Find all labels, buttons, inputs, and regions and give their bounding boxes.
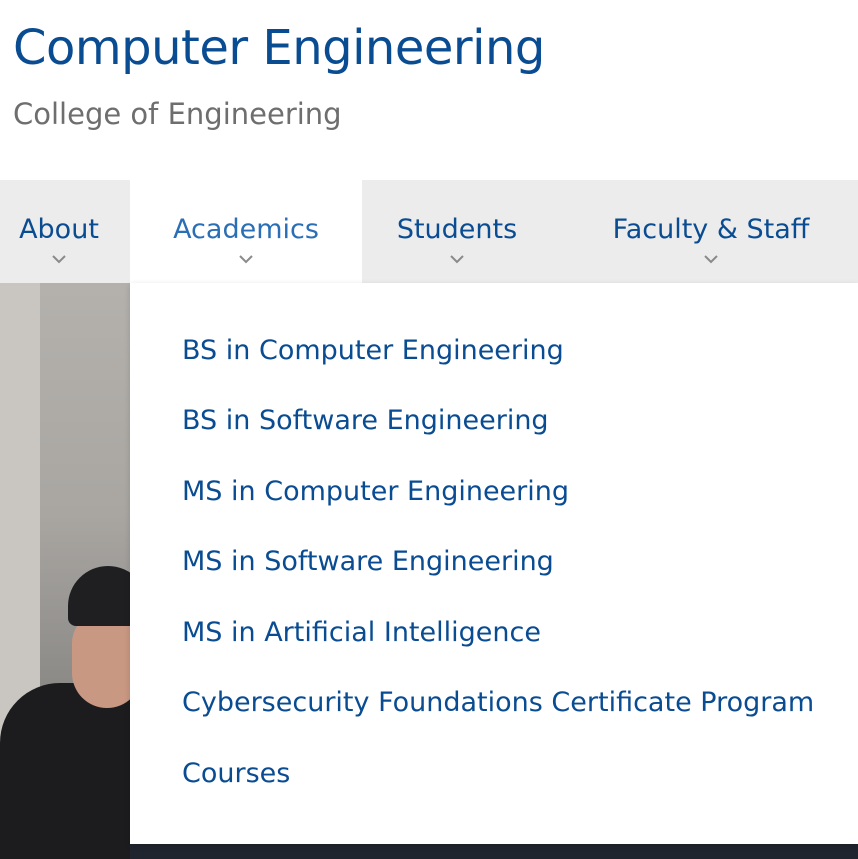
chevron-down-icon: [239, 255, 253, 264]
nav-item-academics[interactable]: Academics: [130, 180, 362, 283]
nav-item-faculty-staff[interactable]: Faculty & Staff: [580, 180, 842, 283]
chevron-down-icon: [704, 255, 718, 264]
hero-person-body: [0, 683, 150, 859]
menu-item-ms-artificial-intelligence[interactable]: MS in Artificial Intelligence: [182, 617, 541, 648]
menu-item-ms-software-engineering[interactable]: MS in Software Engineering: [182, 546, 554, 577]
menu-item-ms-computer-engineering[interactable]: MS in Computer Engineering: [182, 476, 569, 507]
nav-item-label: Academics: [173, 214, 319, 245]
chevron-down-icon: [52, 255, 66, 264]
main-nav: About Academics Students Faculty & Staff: [0, 180, 858, 283]
menu-item-courses[interactable]: Courses: [182, 758, 290, 789]
site-subtitle[interactable]: College of Engineering: [13, 97, 342, 131]
menu-item-bs-computer-engineering[interactable]: BS in Computer Engineering: [182, 335, 564, 366]
nav-item-label: Faculty & Staff: [612, 214, 810, 245]
chevron-down-icon: [450, 255, 464, 264]
nav-item-label: About: [19, 214, 99, 245]
menu-item-bs-software-engineering[interactable]: BS in Software Engineering: [182, 405, 549, 436]
site-header: Computer Engineering College of Engineer…: [0, 0, 858, 180]
nav-item-label: Students: [396, 214, 518, 245]
menu-item-cybersecurity-certificate[interactable]: Cybersecurity Foundations Certificate Pr…: [182, 687, 814, 718]
site-title[interactable]: Computer Engineering: [13, 20, 545, 76]
nav-item-about[interactable]: About: [0, 180, 130, 283]
academics-dropdown-menu: BS in Computer Engineering BS in Softwar…: [130, 283, 858, 844]
nav-item-students[interactable]: Students: [362, 180, 552, 283]
